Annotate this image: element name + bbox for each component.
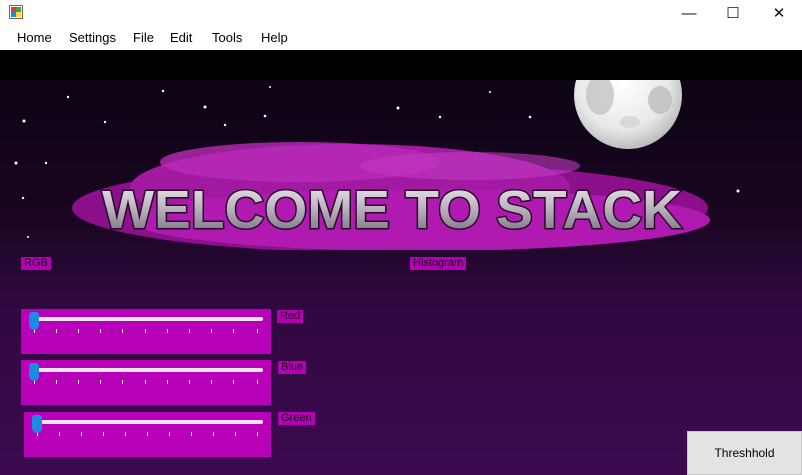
menu-settings[interactable]: Settings <box>69 30 116 45</box>
slider-track <box>35 317 263 321</box>
slider-tick <box>100 380 101 384</box>
slider-tick <box>257 329 258 333</box>
red-label: Red <box>277 310 304 323</box>
menu-help[interactable]: Help <box>261 30 288 45</box>
slider-track <box>35 368 263 372</box>
minimize-button[interactable]: — <box>666 0 712 26</box>
slider-tick <box>189 380 190 384</box>
slider-tick <box>211 380 212 384</box>
slider-tick <box>257 432 258 436</box>
threshold-button[interactable]: Threshhold <box>687 431 802 475</box>
slider-tick <box>81 432 82 436</box>
slider-tick <box>167 329 168 333</box>
slider-track <box>38 420 263 424</box>
slider-tick <box>59 432 60 436</box>
slider-tick <box>189 329 190 333</box>
menu-tools[interactable]: Tools <box>212 30 242 45</box>
maximize-button[interactable]: ☐ <box>710 0 756 26</box>
toolbar-strip <box>0 50 802 80</box>
red-slider-thumb[interactable] <box>29 312 39 330</box>
blue-slider-thumb[interactable] <box>29 363 39 381</box>
slider-tick <box>100 329 101 333</box>
slider-tick <box>167 380 168 384</box>
slider-tick <box>125 432 126 436</box>
slider-tick <box>78 329 79 333</box>
blue-label: Blue <box>278 361 307 374</box>
slider-tick <box>103 432 104 436</box>
banner-title: WELCOME TO STACK <box>102 180 682 240</box>
red-slider[interactable] <box>21 309 271 354</box>
slider-tick <box>56 380 57 384</box>
moon-icon <box>574 80 682 149</box>
green-slider-thumb[interactable] <box>32 415 42 433</box>
slider-tick <box>235 432 236 436</box>
slider-tick <box>213 432 214 436</box>
slider-tick <box>169 432 170 436</box>
main-panel: WELCOME TO STACK RGB Histogram Red Blue … <box>0 80 802 475</box>
green-label: Green <box>278 412 315 425</box>
app-form-icon <box>9 5 23 19</box>
slider-tick <box>147 432 148 436</box>
slider-tick <box>56 329 57 333</box>
welcome-banner: WELCOME TO STACK <box>14 80 740 250</box>
slider-tick <box>145 380 146 384</box>
slider-tick <box>122 329 123 333</box>
slider-tick <box>122 380 123 384</box>
green-slider[interactable] <box>24 412 271 457</box>
slider-tick <box>233 380 234 384</box>
blue-slider[interactable] <box>21 360 271 405</box>
close-button[interactable]: ✕ <box>756 0 802 26</box>
menu-home[interactable]: Home <box>17 30 52 45</box>
slider-tick <box>211 329 212 333</box>
menu-bar: Home Settings File Edit Tools Help <box>0 26 802 50</box>
slider-tick <box>145 329 146 333</box>
slider-tick <box>78 380 79 384</box>
title-bar: — ☐ ✕ <box>0 0 802 26</box>
histogram-label: Histogram <box>410 257 467 270</box>
menu-file[interactable]: File <box>133 30 154 45</box>
slider-tick <box>233 329 234 333</box>
rgb-label: RGB <box>21 257 51 270</box>
slider-tick <box>257 380 258 384</box>
slider-tick <box>191 432 192 436</box>
menu-edit[interactable]: Edit <box>170 30 192 45</box>
